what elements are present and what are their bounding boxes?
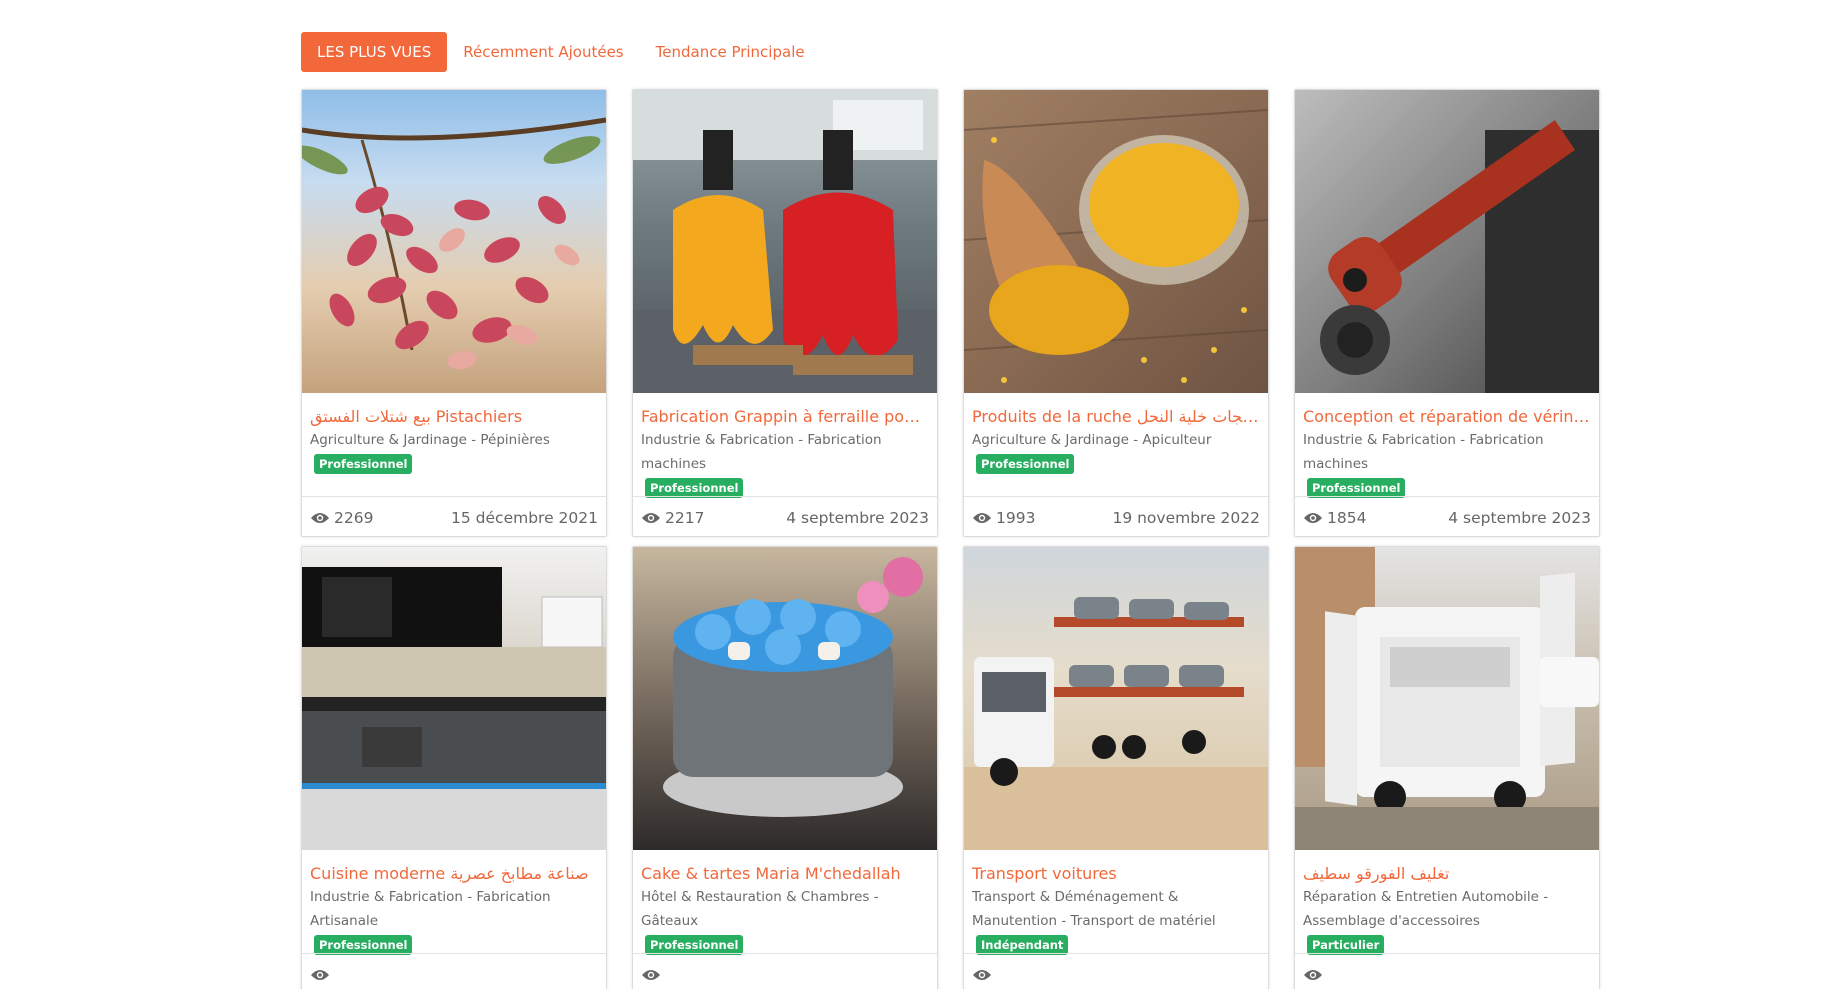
listing-image[interactable] bbox=[1295, 90, 1599, 393]
listing-footer: 2217 4 septembre 2023 bbox=[633, 496, 937, 536]
listing-category: Industrie & Fabrication - Fabrication ma… bbox=[641, 432, 882, 472]
listing-card[interactable]: Produits de la ruche منتجات خلية النحل A… bbox=[963, 89, 1269, 537]
view-count bbox=[1303, 968, 1327, 982]
seller-type-badge: Professionnel bbox=[314, 454, 413, 474]
listing-image[interactable] bbox=[1295, 547, 1599, 850]
eye-icon bbox=[1304, 512, 1322, 523]
view-count bbox=[310, 968, 334, 982]
listing-image[interactable] bbox=[964, 90, 1268, 393]
view-count-value: 2269 bbox=[334, 508, 374, 527]
listing-card[interactable]: Conception et réparation de vérins hydra… bbox=[1294, 89, 1600, 537]
listing-card[interactable]: Cuisine moderne صناعة مطابخ عصرية Indust… bbox=[301, 546, 607, 989]
tab-main-trend[interactable]: Tendance Principale bbox=[640, 32, 821, 72]
listing-category: Transport & Déménagement & Manutention -… bbox=[972, 889, 1216, 929]
listing-title[interactable]: تغليف الفورقو سطيف bbox=[1303, 864, 1591, 884]
eye-icon bbox=[1304, 969, 1322, 980]
listing-footer: 1993 19 novembre 2022 bbox=[964, 496, 1268, 536]
listing-category: Réparation & Entretien Automobile - Asse… bbox=[1303, 889, 1549, 929]
view-count: 2217 bbox=[641, 509, 704, 527]
seller-type-badge: Particulier bbox=[1307, 935, 1385, 955]
view-count bbox=[972, 968, 996, 982]
eye-icon bbox=[973, 969, 991, 980]
listing-card[interactable]: تغليف الفورقو سطيف Réparation & Entretie… bbox=[1294, 546, 1600, 989]
listing-title[interactable]: Fabrication Grappin à ferraille pour gru… bbox=[641, 407, 929, 427]
listing-card[interactable]: Fabrication Grappin à ferraille pour gru… bbox=[632, 89, 938, 537]
listing-date: 15 décembre 2021 bbox=[451, 508, 598, 527]
view-count: 1993 bbox=[972, 509, 1035, 527]
seller-type-badge: Indépendant bbox=[976, 935, 1069, 955]
listing-footer bbox=[633, 953, 937, 989]
listing-title[interactable]: Produits de la ruche منتجات خلية النحل bbox=[972, 407, 1260, 427]
listing-footer bbox=[964, 953, 1268, 989]
listing-image[interactable] bbox=[633, 547, 937, 850]
listing-category: Agriculture & Jardinage - Apiculteur bbox=[972, 432, 1212, 448]
listing-image[interactable] bbox=[302, 90, 606, 393]
view-count-value: 1854 bbox=[1327, 508, 1367, 527]
listing-date: 4 septembre 2023 bbox=[1448, 508, 1591, 527]
eye-icon bbox=[642, 512, 660, 523]
listing-category: Hôtel & Restauration & Chambres - Gâteau… bbox=[641, 889, 879, 929]
listing-title[interactable]: Transport voitures bbox=[972, 864, 1260, 884]
listing-category: Industrie & Fabrication - Fabrication Ar… bbox=[310, 889, 551, 929]
listing-category: Industrie & Fabrication - Fabrication ma… bbox=[1303, 432, 1544, 472]
listing-footer bbox=[1295, 953, 1599, 989]
seller-type-badge: Professionnel bbox=[645, 935, 744, 955]
eye-icon bbox=[311, 512, 329, 523]
view-count: 1854 bbox=[1303, 509, 1366, 527]
listing-card[interactable]: بيع شتلات الفستق Pistachiers Agriculture… bbox=[301, 89, 607, 537]
view-count: 2269 bbox=[310, 509, 373, 527]
listing-date: 4 septembre 2023 bbox=[786, 508, 929, 527]
eye-icon bbox=[311, 969, 329, 980]
tab-bar: LES PLUS VUES Récemment Ajoutées Tendanc… bbox=[301, 32, 821, 72]
listing-footer bbox=[302, 953, 606, 989]
seller-type-badge: Professionnel bbox=[1307, 478, 1406, 498]
listing-date: 19 novembre 2022 bbox=[1112, 508, 1260, 527]
listing-title[interactable]: بيع شتلات الفستق Pistachiers bbox=[310, 407, 598, 427]
seller-type-badge: Professionnel bbox=[645, 478, 744, 498]
view-count-value: 2217 bbox=[665, 508, 705, 527]
listing-footer: 2269 15 décembre 2021 bbox=[302, 496, 606, 536]
seller-type-badge: Professionnel bbox=[976, 454, 1075, 474]
view-count-value: 1993 bbox=[996, 508, 1036, 527]
listing-title[interactable]: Cuisine moderne صناعة مطابخ عصرية bbox=[310, 864, 598, 884]
listing-image[interactable] bbox=[964, 547, 1268, 850]
tab-most-viewed[interactable]: LES PLUS VUES bbox=[301, 32, 448, 72]
listing-image[interactable] bbox=[633, 90, 937, 393]
listing-image[interactable] bbox=[302, 547, 606, 850]
listing-title[interactable]: Cake & tartes Maria M'chedallah bbox=[641, 864, 929, 884]
view-count bbox=[641, 968, 665, 982]
listing-footer: 1854 4 septembre 2023 bbox=[1295, 496, 1599, 536]
listing-title[interactable]: Conception et réparation de vérins hydra… bbox=[1303, 407, 1591, 427]
eye-icon bbox=[973, 512, 991, 523]
listing-grid: بيع شتلات الفستق Pistachiers Agriculture… bbox=[301, 89, 1601, 989]
seller-type-badge: Professionnel bbox=[314, 935, 413, 955]
listing-category: Agriculture & Jardinage - Pépinières bbox=[310, 432, 550, 448]
tab-recently-added[interactable]: Récemment Ajoutées bbox=[447, 32, 639, 72]
eye-icon bbox=[642, 969, 660, 980]
listing-card[interactable]: Cake & tartes Maria M'chedallah Hôtel & … bbox=[632, 546, 938, 989]
listing-card[interactable]: Transport voitures Transport & Déménagem… bbox=[963, 546, 1269, 989]
